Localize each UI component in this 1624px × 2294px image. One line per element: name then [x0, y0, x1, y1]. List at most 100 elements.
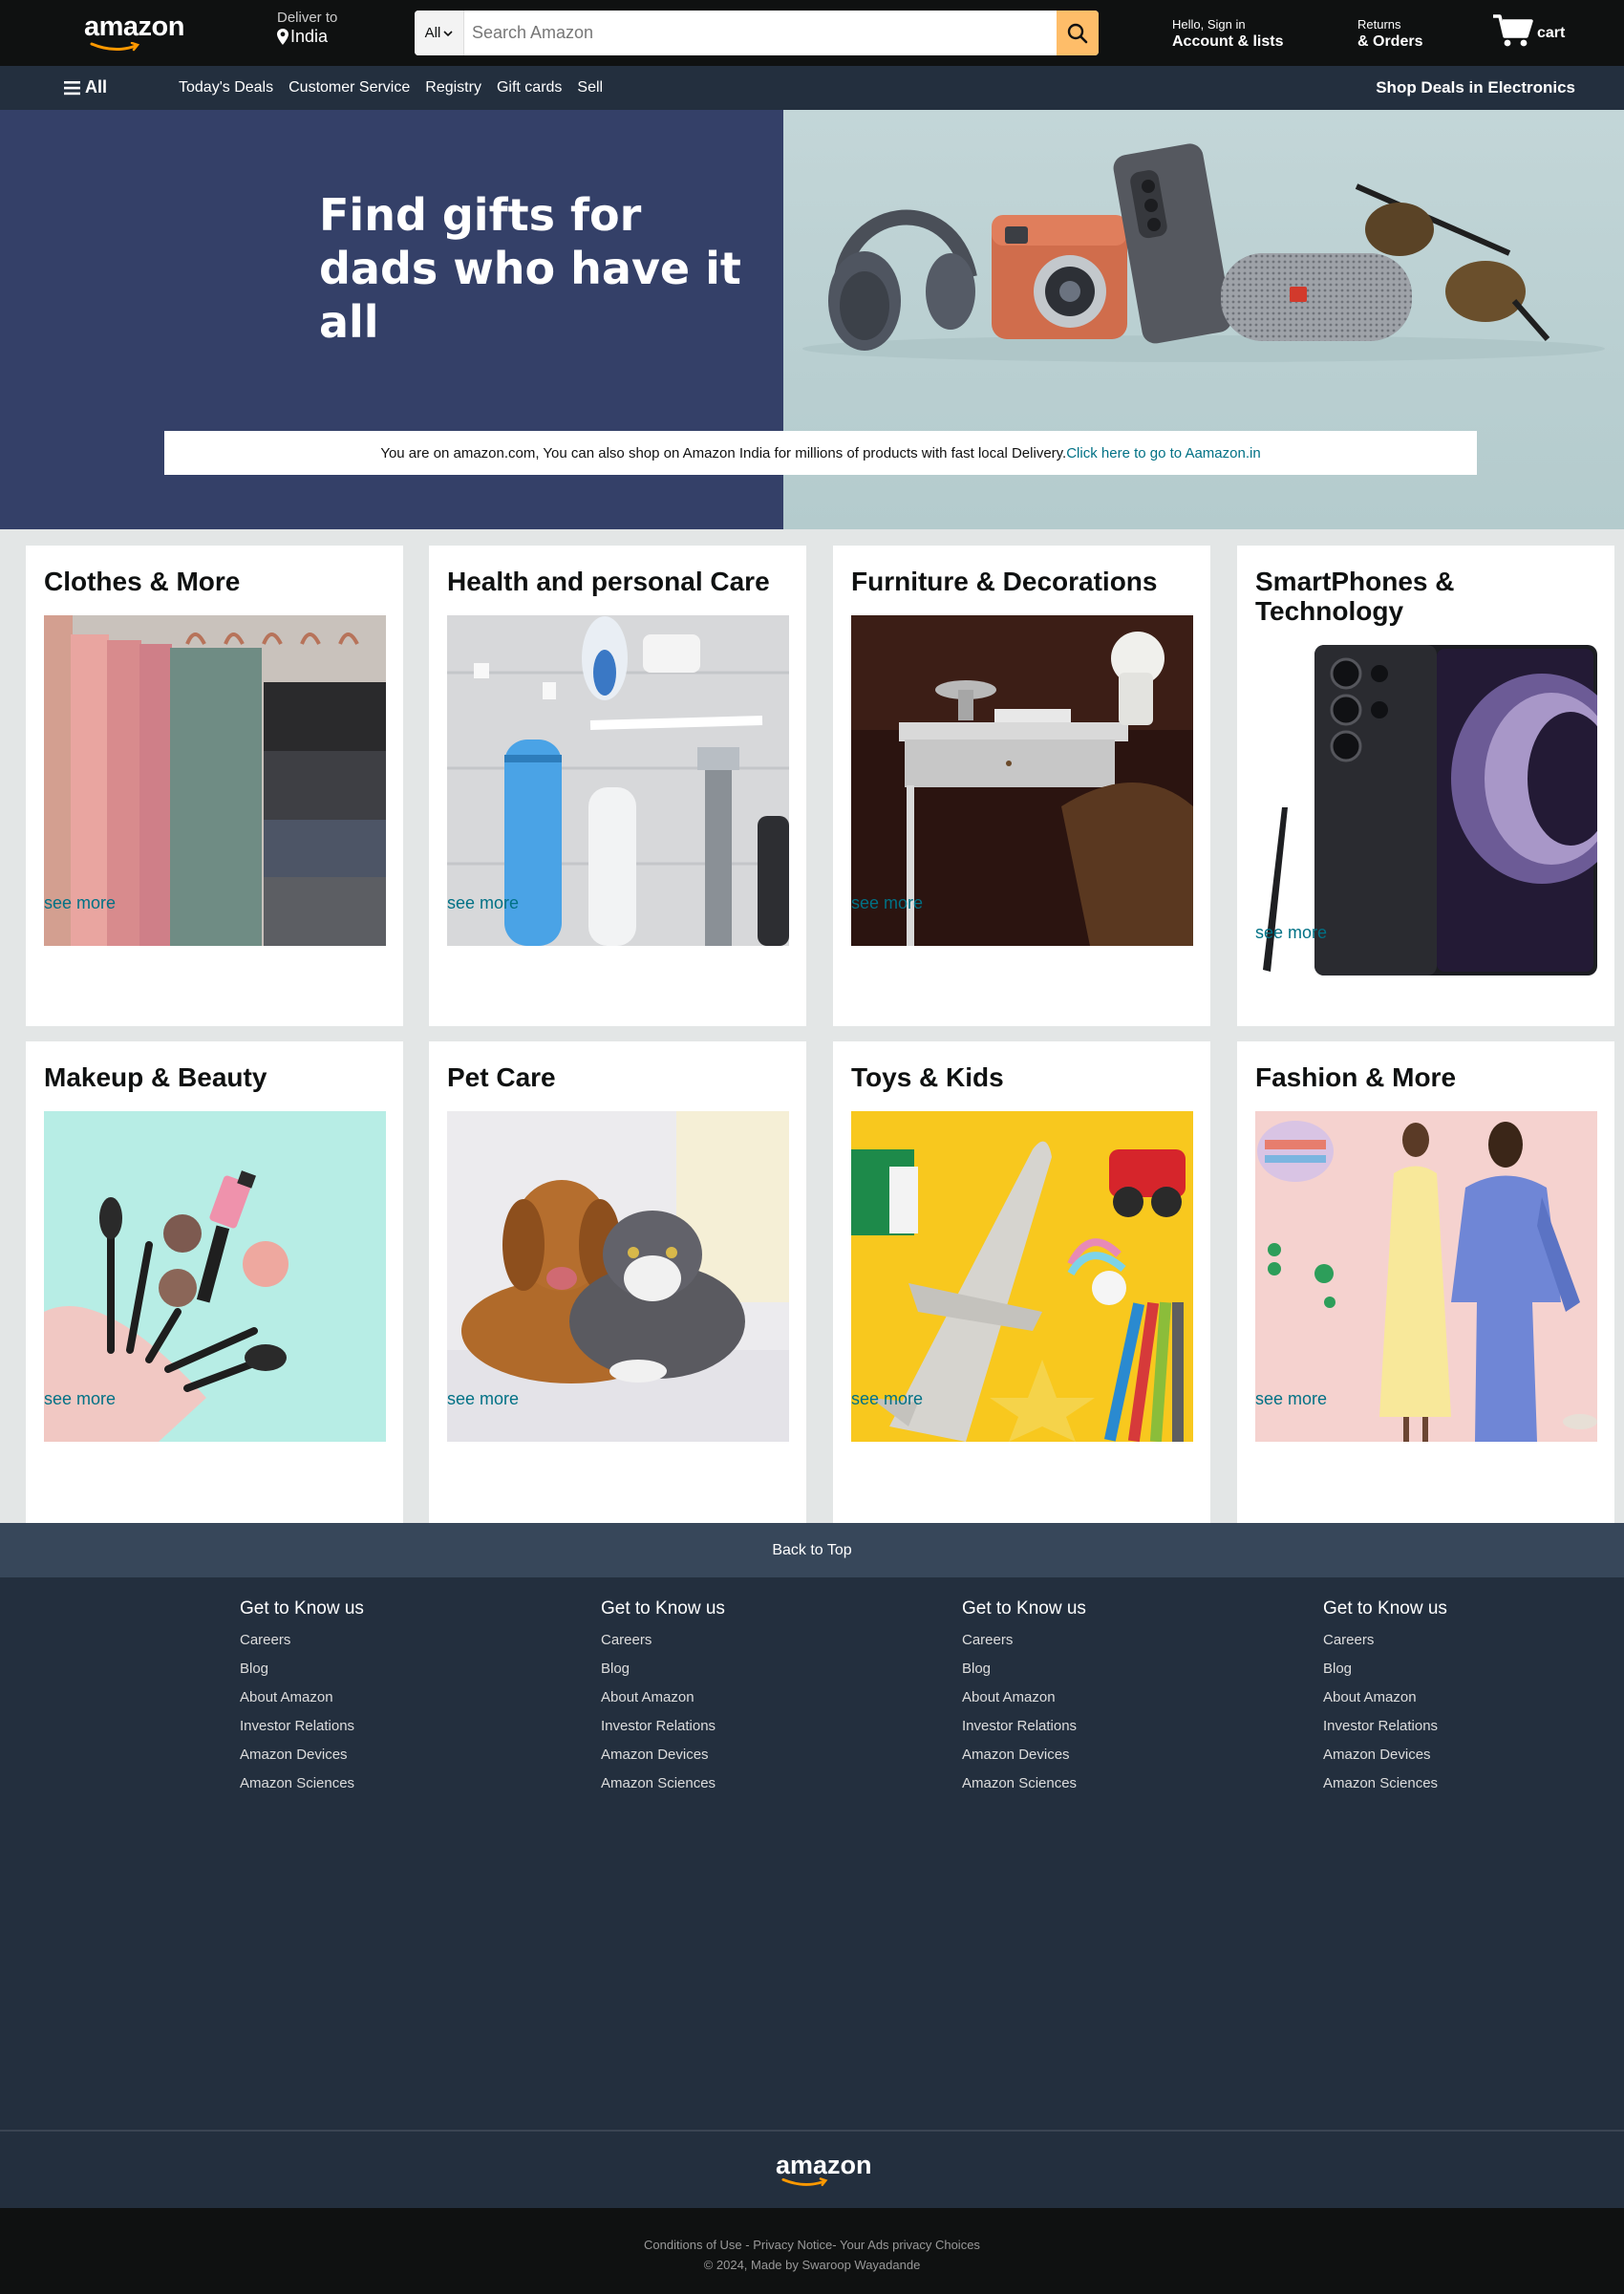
see-more-link[interactable]: see more	[44, 893, 116, 913]
footer-heading: Get to Know us	[962, 1598, 1086, 1619]
search-category-label: All	[424, 25, 441, 41]
chevron-down-icon	[443, 30, 453, 36]
smartphone-icon	[1113, 143, 1232, 344]
see-more-link[interactable]: see more	[44, 1389, 116, 1409]
category-card-pet-care[interactable]: Pet Care see more	[429, 1041, 806, 1523]
footer-link-amazon-sciences[interactable]: Amazon Sciences	[601, 1769, 725, 1798]
top-header: amazon Deliver to India All Search Amazo…	[0, 0, 1624, 66]
card-title: Toys & Kids	[851, 1062, 1004, 1092]
go-to-amazon-in-link[interactable]: Click here to go to Aamazon.in	[1066, 445, 1260, 461]
all-menu-button[interactable]: All	[64, 77, 107, 97]
nav-link-customer-service[interactable]: Customer Service	[288, 79, 410, 96]
footer-link-investor-relations[interactable]: Investor Relations	[962, 1712, 1086, 1741]
nav-link-sell[interactable]: Sell	[577, 79, 603, 96]
category-card-makeup[interactable]: Makeup & Beauty see more	[26, 1041, 403, 1523]
search-icon	[1067, 23, 1088, 43]
footer-heading: Get to Know us	[601, 1598, 725, 1619]
account-greeting: Hello, Sign in	[1172, 17, 1246, 32]
hero-banner[interactable]: Find gifts for dads who have it all You …	[0, 110, 1624, 529]
footer-link-careers[interactable]: Careers	[1323, 1626, 1447, 1655]
footer-column: Get to Know us Careers Blog About Amazon…	[962, 1598, 1086, 1798]
footer-link-blog[interactable]: Blog	[601, 1655, 725, 1683]
search-input[interactable]	[464, 11, 1057, 55]
account-label: Account & lists	[1172, 33, 1284, 50]
cart-label: cart	[1537, 25, 1566, 41]
nav-promo-link[interactable]: Shop Deals in Electronics	[1376, 78, 1575, 97]
footer-link-amazon-sciences[interactable]: Amazon Sciences	[240, 1769, 364, 1798]
see-more-link[interactable]: see more	[851, 1389, 923, 1409]
card-title: Furniture & Decorations	[851, 567, 1158, 596]
logo-text: amazon	[84, 11, 184, 42]
category-card-smartphones[interactable]: SmartPhones & Technology see more	[1237, 546, 1614, 1026]
category-card-clothes[interactable]: Clothes & More see more	[26, 546, 403, 1026]
footer-link-amazon-devices[interactable]: Amazon Devices	[601, 1741, 725, 1769]
footer-link-careers[interactable]: Careers	[601, 1626, 725, 1655]
smile-arrow-icon	[90, 42, 140, 52]
hero-title-line1: Find gifts for	[319, 189, 642, 241]
region-notice-text: You are on amazon.com, You can also shop…	[380, 444, 1067, 461]
legal-links[interactable]: Conditions of Use - Privacy Notice- Your…	[0, 2235, 1624, 2255]
footer-link-about-amazon[interactable]: About Amazon	[240, 1683, 364, 1712]
cart-button[interactable]: cart	[1493, 13, 1565, 48]
see-more-link[interactable]: see more	[1255, 923, 1327, 943]
category-card-toys[interactable]: Toys & Kids see more	[833, 1041, 1210, 1523]
footer-link-investor-relations[interactable]: Investor Relations	[601, 1712, 725, 1741]
orders-label: & Orders	[1357, 33, 1423, 50]
smile-arrow-icon	[781, 2177, 828, 2187]
returns-label: Returns	[1357, 17, 1401, 32]
footer-link-about-amazon[interactable]: About Amazon	[962, 1683, 1086, 1712]
footer-link-about-amazon[interactable]: About Amazon	[601, 1683, 725, 1712]
footer-column: Get to Know us Careers Blog About Amazon…	[1323, 1598, 1447, 1798]
search-button[interactable]	[1057, 11, 1099, 55]
back-to-top-button[interactable]: Back to Top	[0, 1523, 1624, 1577]
nav-links: Today's Deals Customer Service Registry …	[179, 79, 603, 96]
see-more-link[interactable]: see more	[851, 893, 923, 913]
amazon-logo[interactable]: amazon	[84, 11, 184, 54]
deliver-location: India	[290, 27, 329, 46]
hero-title-line2: dads who have it all	[319, 243, 741, 348]
account-menu[interactable]: Hello, Sign in Account & lists	[1172, 17, 1283, 51]
footer-link-careers[interactable]: Careers	[240, 1626, 364, 1655]
headphones-icon	[828, 209, 977, 351]
footer-link-blog[interactable]: Blog	[240, 1655, 364, 1683]
card-title: Pet Care	[447, 1062, 556, 1092]
footer-column: Get to Know us Careers Blog About Amazon…	[601, 1598, 725, 1798]
search-category-select[interactable]: All	[415, 11, 464, 55]
nav-link-registry[interactable]: Registry	[425, 79, 481, 96]
nav-link-gift-cards[interactable]: Gift cards	[497, 79, 562, 96]
footer-link-blog[interactable]: Blog	[1323, 1655, 1447, 1683]
card-title: Clothes & More	[44, 567, 241, 596]
instant-camera-icon	[992, 215, 1127, 339]
card-title: Health and personal Care	[447, 567, 770, 596]
search-bar: All	[415, 11, 1099, 55]
footer-link-amazon-devices[interactable]: Amazon Devices	[962, 1741, 1086, 1769]
category-card-health[interactable]: Health and personal Care see more	[429, 546, 806, 1026]
hamburger-icon	[64, 80, 80, 95]
footer-amazon-logo[interactable]: amazon	[776, 2153, 872, 2187]
footer-link-careers[interactable]: Careers	[962, 1626, 1086, 1655]
see-more-link[interactable]: see more	[1255, 1389, 1327, 1409]
card-title: SmartPhones & Technology	[1255, 567, 1455, 626]
footer-link-amazon-devices[interactable]: Amazon Devices	[240, 1741, 364, 1769]
footer-column: Get to Know us Careers Blog About Amazon…	[240, 1598, 364, 1798]
copyright-text: © 2024, Made by Swaroop Wayadande	[703, 2258, 921, 2272]
see-more-link[interactable]: see more	[447, 1389, 519, 1409]
footer-link-investor-relations[interactable]: Investor Relations	[240, 1712, 364, 1741]
deliver-to[interactable]: Deliver to India	[277, 10, 337, 47]
footer-link-amazon-devices[interactable]: Amazon Devices	[1323, 1741, 1447, 1769]
footer-link-investor-relations[interactable]: Investor Relations	[1323, 1712, 1447, 1741]
category-card-fashion[interactable]: Fashion & More see more	[1237, 1041, 1614, 1523]
footer-link-amazon-sciences[interactable]: Amazon Sciences	[962, 1769, 1086, 1798]
footer-heading: Get to Know us	[1323, 1598, 1447, 1619]
region-notice: You are on amazon.com, You can also shop…	[164, 431, 1477, 475]
card-title: Fashion & More	[1255, 1062, 1457, 1092]
nav-link-todays-deals[interactable]: Today's Deals	[179, 79, 273, 96]
nav-bar: All Today's Deals Customer Service Regis…	[0, 66, 1624, 110]
footer-link-amazon-sciences[interactable]: Amazon Sciences	[1323, 1769, 1447, 1798]
see-more-link[interactable]: see more	[447, 893, 519, 913]
footer-link-blog[interactable]: Blog	[962, 1655, 1086, 1683]
footer-link-about-amazon[interactable]: About Amazon	[1323, 1683, 1447, 1712]
category-card-furniture[interactable]: Furniture & Decorations see more	[833, 546, 1210, 1026]
cart-icon	[1493, 14, 1533, 47]
returns-orders[interactable]: Returns & Orders	[1357, 17, 1422, 51]
